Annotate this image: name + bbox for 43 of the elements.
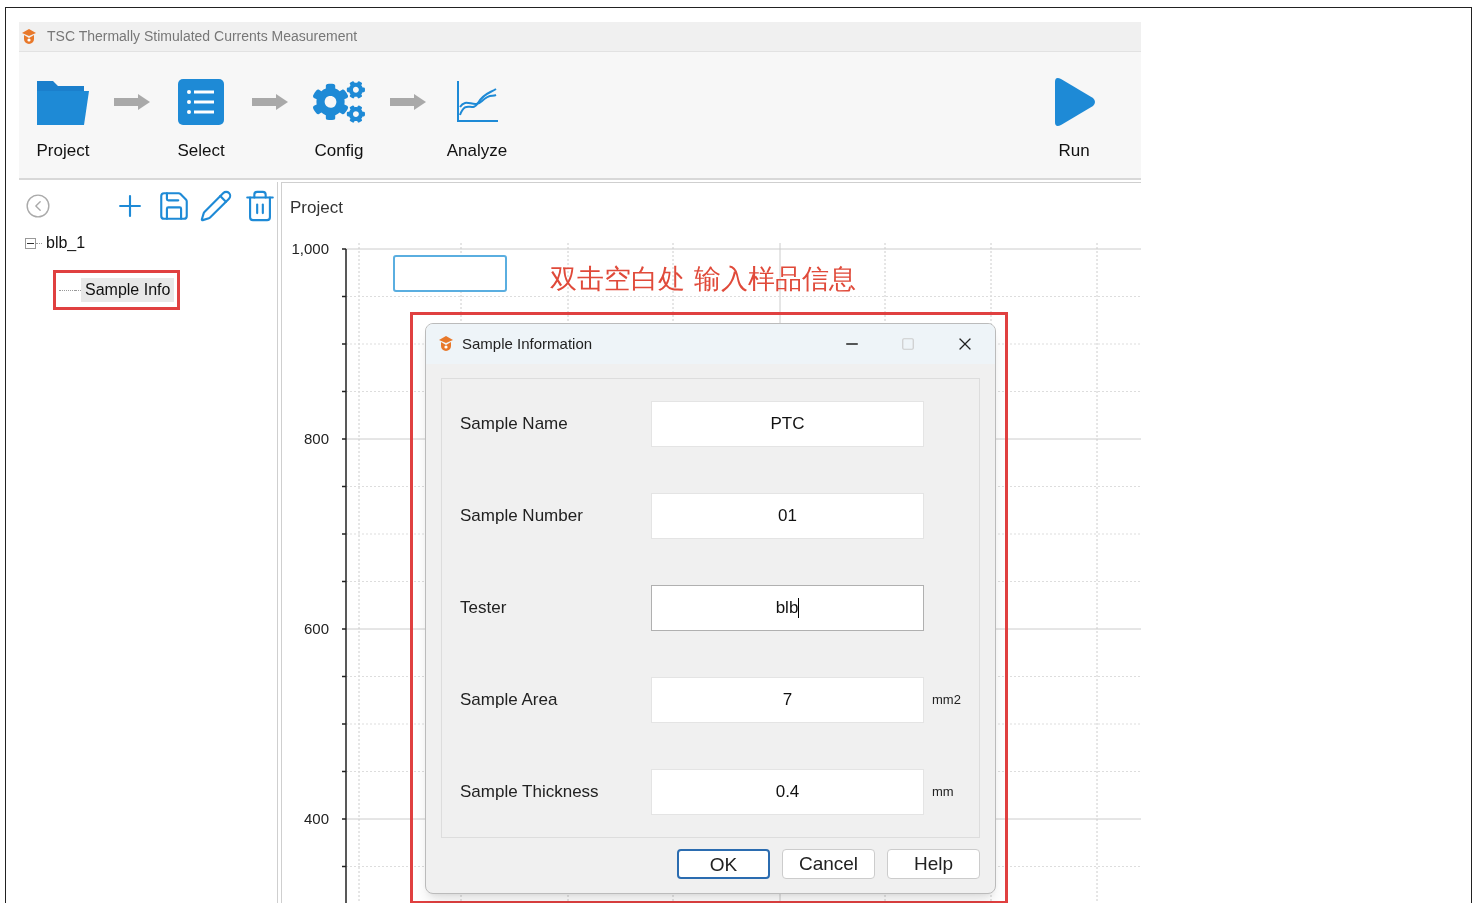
dialog-title: Sample Information (462, 333, 593, 354)
toolbar-button[interactable]: Project (19, 74, 107, 164)
back-icon[interactable] (25, 193, 51, 219)
unit-label: mm2 (932, 691, 961, 710)
field-label: Sample Number (459, 505, 584, 528)
toolbar-button[interactable]: Select (157, 74, 245, 164)
line-chart-icon (454, 79, 500, 125)
collapse-toggle-icon[interactable] (25, 237, 36, 249)
input-field[interactable] (393, 255, 507, 292)
text-field[interactable]: 7 (651, 677, 924, 723)
field-label: Sample Thickness (459, 781, 600, 804)
axis-label: 600 (303, 621, 329, 637)
arrow-icon (114, 94, 150, 110)
app-logo-icon (21, 27, 37, 46)
pencil-icon[interactable] (199, 189, 233, 223)
arrow-icon (252, 94, 288, 110)
run-button[interactable]: Run (1030, 74, 1118, 164)
axis-label: 400 (303, 811, 329, 827)
text-field[interactable]: PTC (651, 401, 924, 447)
field-label: Sample Name (459, 413, 569, 436)
text-field[interactable]: 01 (651, 493, 924, 539)
text-field[interactable]: blb (651, 585, 924, 631)
tree-item[interactable]: Sample Info (81, 278, 175, 302)
arrow-icon (390, 94, 426, 110)
field-label: Tester (459, 597, 508, 620)
panel-title: Project (290, 198, 343, 217)
dialog-button[interactable]: Cancel (782, 849, 875, 879)
annotation-text: 双击空白处 输入样品信息 (550, 262, 856, 296)
dialog-button[interactable]: OK (677, 849, 770, 879)
axis-label: 1,000 (291, 241, 329, 257)
text-field[interactable]: 0.4 (651, 769, 924, 815)
dialog-button[interactable]: Help (887, 849, 980, 879)
trash-icon[interactable] (243, 189, 277, 223)
toolbar-button[interactable]: Config (295, 74, 383, 164)
app-logo-icon (438, 335, 454, 353)
unit-label: mm (932, 783, 954, 802)
tree-item[interactable]: blb_1 (42, 231, 90, 255)
window-title: TSC Thermally Stimulated Currents Measurement (47, 27, 358, 46)
list-icon (178, 79, 224, 125)
field-label: Sample Area (459, 689, 559, 712)
axis-label: 800 (303, 431, 329, 447)
save-icon[interactable] (157, 189, 191, 223)
toolbar-button[interactable]: Analyze (433, 74, 521, 164)
